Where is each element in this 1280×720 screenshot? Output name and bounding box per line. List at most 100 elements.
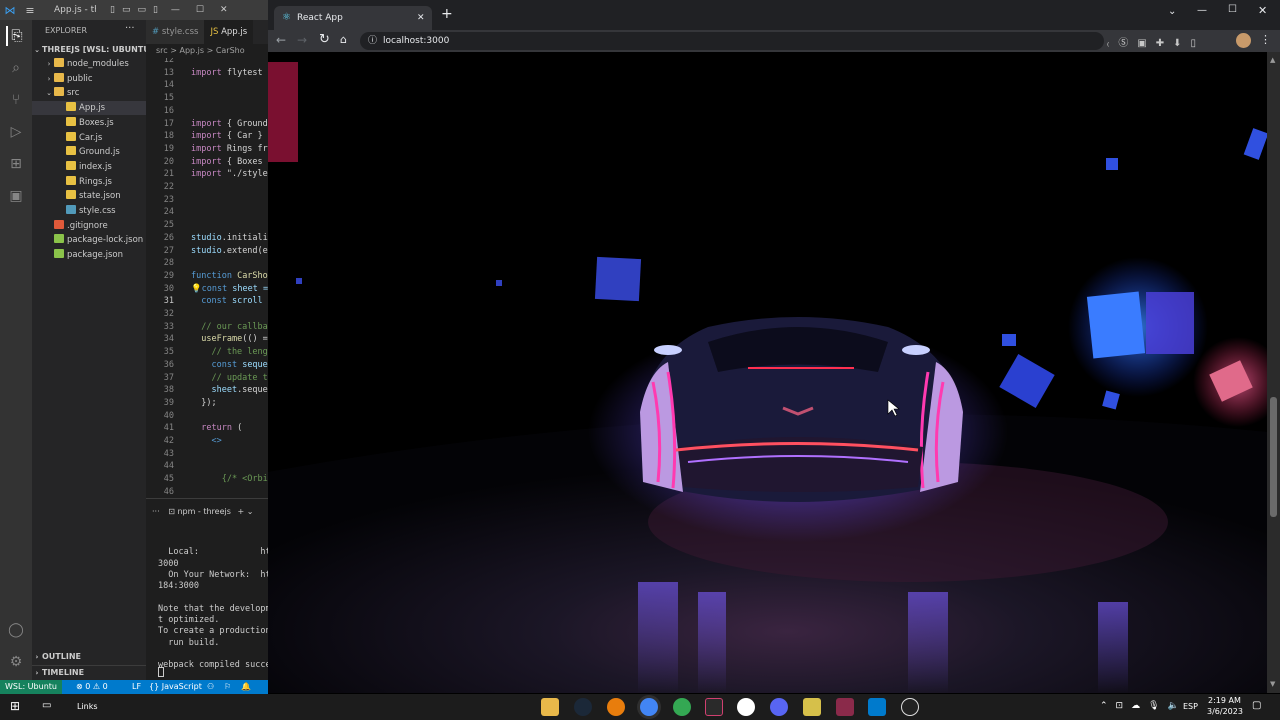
browser-tab[interactable]: ⚛ React App ✕ [274,6,432,30]
tree-item[interactable]: package.json [32,248,146,262]
remote-explorer-icon[interactable]: ▣ [6,186,26,206]
tree-item[interactable]: Rings.js [32,175,146,189]
tab-app-js[interactable]: JS App.js [204,20,254,44]
eol-indicator[interactable]: LF [132,680,141,694]
address-bar[interactable]: ⓘ localhost:3000 [360,32,1104,50]
breadcrumb[interactable]: src > App.js > CarSho [146,44,268,58]
source-control-icon[interactable]: ⑂ [6,90,26,110]
code-line[interactable]: 15 [146,92,191,105]
code-line[interactable]: 29 function CarSho [146,270,268,283]
scroll-up-icon[interactable]: ▲ [1270,56,1275,64]
steam-icon[interactable] [574,698,592,716]
code-line[interactable]: 35 // the leng [146,346,268,359]
home-button[interactable]: ⌂ [340,33,347,46]
scroll-down-icon[interactable]: ▼ [1270,680,1275,688]
code-line[interactable]: 43 [146,448,191,461]
chrome-icon-2[interactable] [673,698,691,716]
code-line[interactable]: 21 import "./style [146,168,268,181]
notifications-icon[interactable]: ▢ [1252,700,1261,711]
terminal-panel[interactable]: ··· ⊡ npm - threejs + ⌄ Local: htt 3000 O… [146,498,276,680]
timeline-section[interactable]: › TIMELINE [32,665,146,679]
project-header[interactable]: ⌄ THREEJS [WSL: UBUNTU] [32,43,153,57]
menu-icon[interactable]: ≡ [20,4,40,17]
code-line[interactable]: 44 [146,460,191,473]
tab-style-css[interactable]: # style.css [146,20,205,44]
clock-date[interactable]: 3/6/2023 [1207,707,1243,716]
code-editor[interactable]: 12 13 import flytest 14 15 16 17 import { Groun… [146,58,268,498]
code-line[interactable]: 16 [146,105,191,118]
code-line[interactable]: 39 }); [146,397,217,410]
files-icon[interactable]: ⎘ [6,26,26,46]
code-line[interactable]: 45 {/* <Orbi [146,473,268,486]
code-line[interactable]: 19 import Rings fr [146,143,268,156]
code-line[interactable]: 12 [146,58,191,67]
tree-item[interactable]: ⌄ src [32,86,146,100]
obs-icon[interactable] [737,698,755,716]
code-line[interactable]: 30 💡const sheet = [146,283,268,296]
outline-section[interactable]: › OUTLINE [32,650,146,664]
tree-item[interactable]: › public [32,72,146,86]
code-line[interactable]: 28 [146,257,191,270]
file-explorer-icon[interactable] [541,698,559,716]
search-icon[interactable]: ⌕ [6,58,26,78]
code-line[interactable]: 18 import { Car } [146,130,263,143]
code-line[interactable]: 27 studio.extend(e [146,245,268,258]
tab-close-icon[interactable]: ✕ [417,6,425,30]
new-terminal-button[interactable]: + ⌄ [237,507,253,516]
tab-search-icon[interactable]: ⌄ [1168,6,1176,17]
extensions-icon[interactable]: ⊞ [6,154,26,174]
page-scrollbar[interactable]: ▲ ▼ [1267,52,1280,693]
code-line[interactable]: 38 sheet.seque [146,384,268,397]
minimize-button[interactable]: — [171,5,180,15]
tree-item[interactable]: Boxes.js [32,116,146,130]
code-line[interactable]: 14 [146,79,191,92]
tree-item[interactable]: state.json [32,189,146,203]
chrome-maximize-button[interactable]: ☐ [1228,4,1237,15]
settings-gear-icon[interactable]: ⚙ [6,652,26,672]
code-line[interactable]: 42 <> [146,435,222,448]
code-line[interactable]: 33 // our callba [146,321,268,334]
new-tab-button[interactable]: + [441,6,453,22]
run-debug-icon[interactable]: ▷ [6,122,26,142]
code-line[interactable]: 34 useFrame(() = [146,333,268,346]
back-button[interactable]: ← [276,33,286,47]
code-line[interactable]: 22 [146,181,191,194]
code-line[interactable]: 23 [146,194,191,207]
tree-item[interactable]: › node_modules [32,57,146,71]
code-line[interactable]: 41 return ( [146,422,242,435]
code-line[interactable]: 13 import flytest [146,67,263,80]
account-icon[interactable]: ◯ [6,620,26,640]
start-button-icon[interactable]: ⊞ [10,699,20,713]
links-toolbar[interactable]: Links [77,702,98,711]
code-line[interactable]: 24 [146,206,191,219]
blender-icon[interactable] [607,698,625,716]
tree-item[interactable]: style.css [32,204,146,218]
profile-avatar[interactable] [1236,33,1251,48]
site-info-icon[interactable]: ⓘ [368,32,377,50]
code-line[interactable]: 25 [146,219,191,232]
github-icon[interactable] [901,698,919,716]
code-line[interactable]: 36 const seque [146,359,268,372]
code-line[interactable]: 31 const scroll [146,295,263,308]
vscode-taskbar-icon[interactable] [868,698,886,716]
app-icon[interactable] [803,698,821,716]
explorer-more-icon[interactable]: ··· [125,23,135,34]
scroll-thumb[interactable] [1270,397,1277,517]
terminal-tab-label[interactable]: npm - threejs [177,507,230,516]
chrome-close-button[interactable]: ✕ [1258,4,1267,17]
tray-icons[interactable]: ⌃⊡☁🎙🔈 [1100,701,1187,711]
layout-icons[interactable]: ▯▭▭▯ [110,5,165,15]
tree-item[interactable]: Car.js [32,131,146,145]
code-line[interactable]: 40 [146,410,191,423]
code-line[interactable]: 32 [146,308,191,321]
tree-item[interactable]: index.js [32,160,146,174]
task-view-icon[interactable]: ▭ [42,700,51,711]
code-line[interactable]: 46 [146,486,191,498]
close-button[interactable]: ✕ [220,5,228,15]
terminal-icon[interactable] [705,698,723,716]
status-icons[interactable]: ⚇⚐🔔 [207,680,261,694]
remote-indicator[interactable]: WSL: Ubuntu [0,680,62,694]
winrar-icon[interactable] [836,698,854,716]
chrome-minimize-button[interactable]: — [1197,5,1207,16]
tree-item[interactable]: App.js [32,101,146,116]
